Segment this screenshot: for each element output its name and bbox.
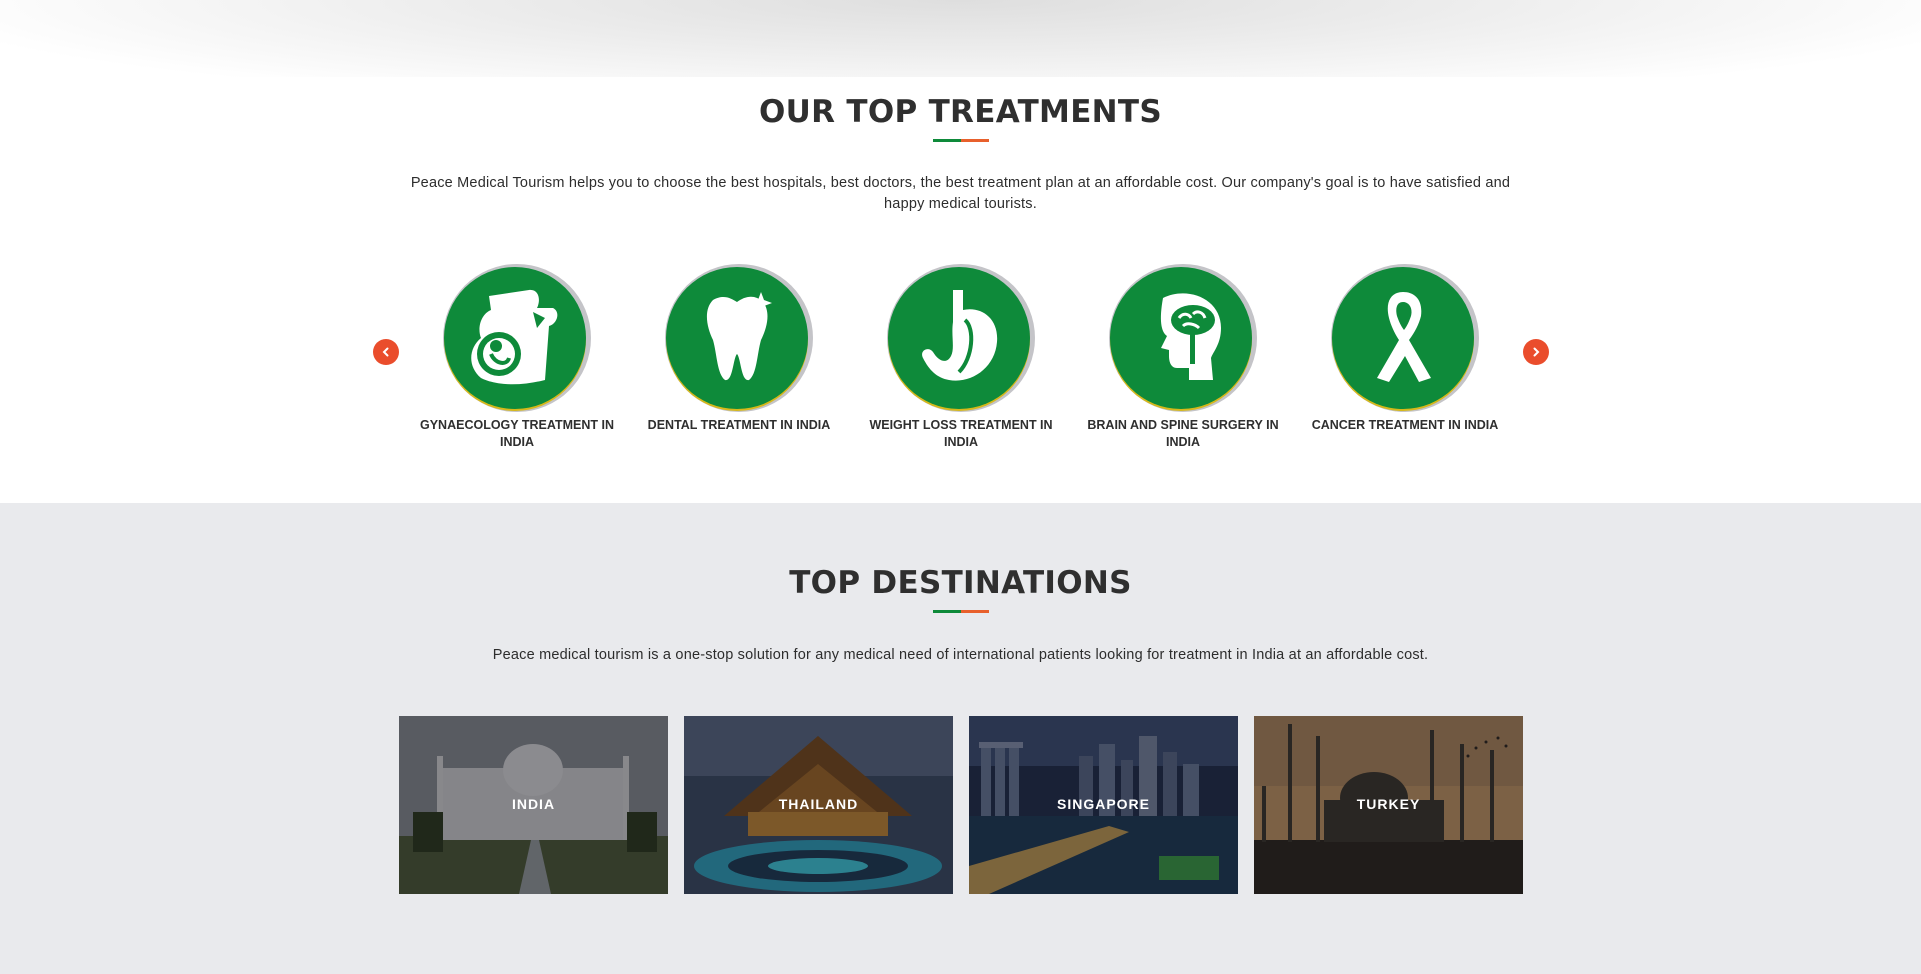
destinations-title-underline [933,610,989,613]
treatments-title: OUR TOP TREATMENTS [759,94,1162,130]
ribbon-icon [1329,262,1481,414]
treatment-item-weight-loss[interactable]: WEIGHT LOSS TREATMENT IN INDIA [861,262,1061,462]
destination-name: INDIA [511,796,556,812]
destinations-description: Peace medical tourism is a one-stop solu… [492,647,1429,663]
chevron-right-icon [1533,347,1540,357]
destination-name: TURKEY [1356,796,1421,812]
carousel-next-button[interactable] [1523,339,1549,365]
treatment-item-brain-spine[interactable]: BRAIN AND SPINE SURGERY IN INDIA [1083,262,1283,462]
treatments-description: Peace Medical Tourism helps you to choos… [410,175,1511,212]
carousel-prev-button[interactable] [373,339,399,365]
treatment-label: CANCER TREATMENT IN INDIA [1311,418,1499,432]
treatment-label: BRAIN AND SPINE SURGERY IN INDIA [1087,418,1279,449]
treatment-label: DENTAL TREATMENT IN INDIA [647,418,831,432]
treatments-title-underline [933,139,989,142]
destination-card-thailand[interactable]: THAILAND [684,716,953,894]
stomach-icon [885,262,1037,414]
treatment-label: GYNAECOLOGY TREATMENT IN INDIA [420,418,614,449]
destination-card-india[interactable]: INDIA [399,716,668,894]
brain-head-icon [1107,262,1259,414]
top-banner-shadow [0,0,1921,77]
destination-name: SINGAPORE [1056,796,1150,812]
tooth-icon [663,262,815,414]
chevron-left-icon [382,347,389,357]
destination-name: THAILAND [778,796,859,812]
destination-card-turkey[interactable]: TURKEY [1254,716,1523,894]
destination-card-singapore[interactable]: SINGAPORE [969,716,1238,894]
destinations-title: TOP DESTINATIONS [789,565,1132,601]
top-treatments-section: OUR TOP TREATMENTS Peace Medical Tourism… [0,77,1921,503]
treatment-label: WEIGHT LOSS TREATMENT IN INDIA [869,418,1053,449]
top-destinations-section: TOP DESTINATIONS Peace medical tourism i… [0,503,1921,974]
pregnancy-icon [441,262,593,414]
treatment-item-dental[interactable]: DENTAL TREATMENT IN INDIA [639,262,839,462]
treatment-item-cancer[interactable]: CANCER TREATMENT IN INDIA [1305,262,1505,462]
treatment-item-gynaecology[interactable]: GYNAECOLOGY TREATMENT IN INDIA [417,262,617,462]
